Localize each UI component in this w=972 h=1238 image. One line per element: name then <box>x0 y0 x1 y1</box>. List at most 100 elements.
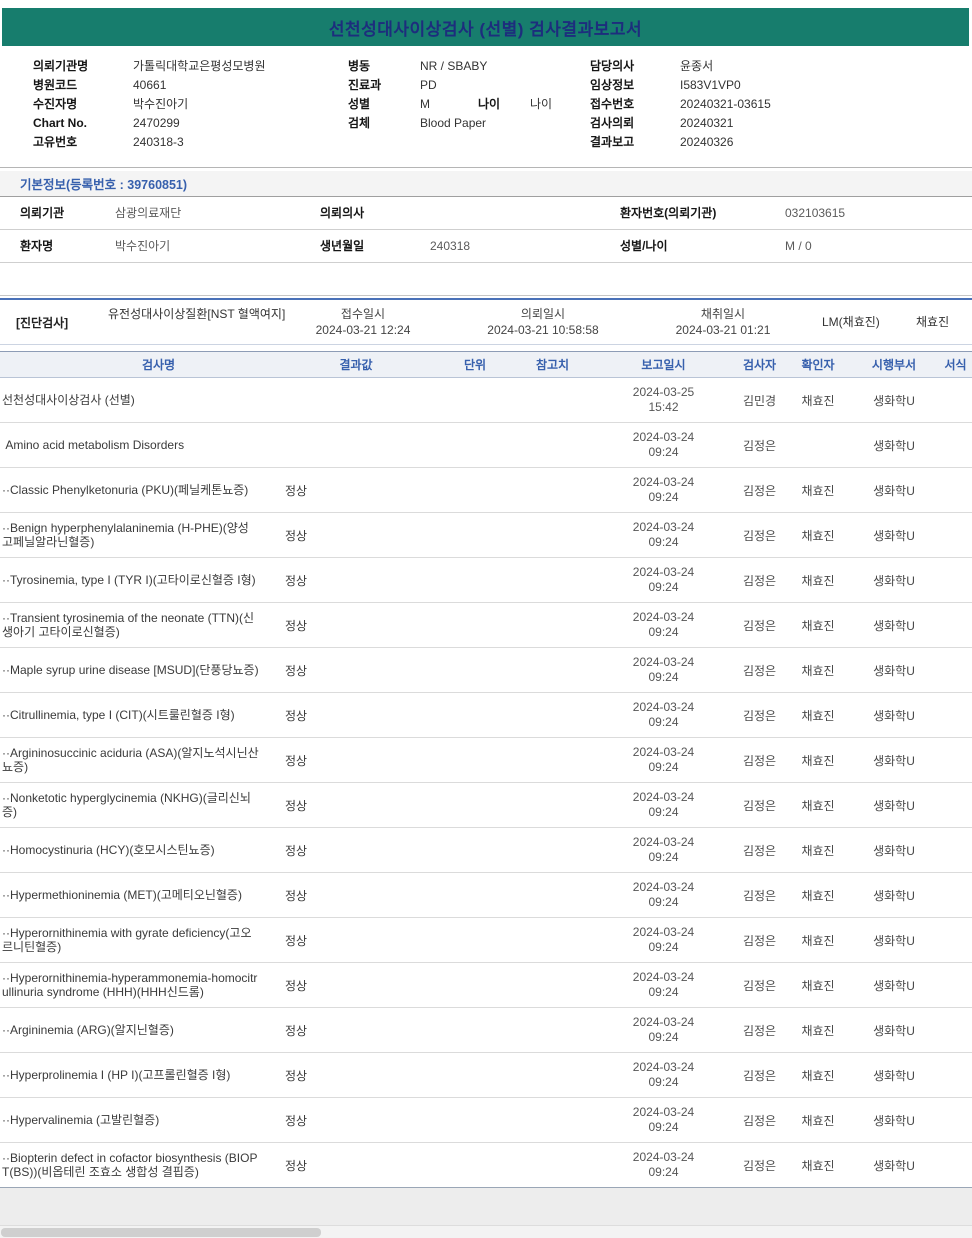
report-time: 09:24 <box>648 985 679 999</box>
result-value-cell: 정상 <box>272 917 440 963</box>
result-value-cell: 정상 <box>272 1052 440 1098</box>
unit-cell <box>440 377 510 423</box>
test-name-cell: ··Homocystinuria (HCY)(호모시스틴뇨증) <box>0 827 272 873</box>
report-time: 09:24 <box>648 715 679 729</box>
report-date: 2024-03-24 <box>632 520 695 534</box>
result-value-cell: 정상 <box>272 1097 440 1143</box>
test-name-cell: ··Argininosuccinic aciduria (ASA)(알지노석시닌… <box>0 737 272 783</box>
horizontal-scrollbar[interactable] <box>0 1225 972 1238</box>
reference-cell <box>510 737 595 783</box>
unit-cell <box>440 647 510 693</box>
report-datetime-cell: 2024-03-24 09:24 <box>595 557 732 603</box>
field-value: 윤종서 <box>680 59 714 73</box>
tester-cell: 김정은 <box>732 422 787 468</box>
report-time: 09:24 <box>648 805 679 819</box>
field-label: Chart No. <box>33 115 87 130</box>
reference-cell <box>510 467 595 513</box>
report-time: 09:24 <box>648 1120 679 1134</box>
tester-cell: 김정은 <box>732 1052 787 1098</box>
diagnostic-confirmer: 채효진 <box>916 315 950 329</box>
confirmer-cell: 채효진 <box>787 827 849 873</box>
department-cell: 생화학U <box>849 1142 939 1188</box>
confirmer-cell: 채효진 <box>787 917 849 963</box>
unit-cell <box>440 1097 510 1143</box>
report-time: 09:24 <box>648 625 679 639</box>
department-cell: 생화학U <box>849 512 939 558</box>
format-cell <box>939 962 972 1008</box>
column-header: 확인자 <box>787 351 849 378</box>
reference-cell <box>510 917 595 963</box>
result-value-cell <box>272 422 440 468</box>
report-date: 2024-03-24 <box>632 1150 695 1164</box>
footer-area <box>0 1188 972 1238</box>
results-header-row: 검사명 결과값 단위 참고치 보고일시 검사자 확인자 시행부서 서식 <box>0 351 972 378</box>
scrollbar-thumb[interactable] <box>1 1228 321 1237</box>
test-name-cell: Amino acid metabolism Disorders <box>0 422 272 468</box>
info-field: 결과보고 20240326 <box>590 132 771 151</box>
result-row: ··Hyperornithinemia-hyperammonemia-homoc… <box>0 962 972 1008</box>
info-field: 병동 NR / SBABY <box>348 56 552 75</box>
tester-cell: 김정은 <box>732 602 787 648</box>
info-field: 담당의사 윤종서 <box>590 56 771 75</box>
field-label: 고유번호 <box>33 135 78 149</box>
tester-cell: 김정은 <box>732 692 787 738</box>
tester-cell: 김민경 <box>732 377 787 423</box>
test-name-cell: ··Nonketotic hyperglycinemia (NKHG)(글리신뇌… <box>0 782 272 828</box>
unit-cell <box>440 1007 510 1053</box>
department-cell: 생화학U <box>849 377 939 423</box>
report-time: 09:24 <box>648 580 679 594</box>
field-label: 검사의뢰 <box>590 116 635 130</box>
result-row: ··Argininemia (ARG)(알지닌혈증) 정상 2024-03-24… <box>0 1007 972 1053</box>
info-field: 검체 Blood Paper <box>348 113 552 132</box>
test-name-cell: ··Hypervalinemia (고발린혈증) <box>0 1097 272 1143</box>
field-value: Blood Paper <box>420 115 487 130</box>
reference-cell <box>510 1142 595 1188</box>
result-row: ··Hyperornithinemia with gyrate deficien… <box>0 917 972 963</box>
report-date: 2024-03-24 <box>632 565 695 579</box>
field-label: 나이 <box>478 97 501 111</box>
results-tbody: 선천성대사이상검사 (선별) 2024-03-25 15:42 김민경 채효진 … <box>0 377 972 1188</box>
column-header: 시행부서 <box>849 351 939 378</box>
report-datetime-cell: 2024-03-24 09:24 <box>595 1007 732 1053</box>
diagnostic-section-label: [진단검사] <box>16 316 69 330</box>
unit-cell <box>440 1052 510 1098</box>
field-value: 20240326 <box>680 134 734 149</box>
field-value: 박수진아기 <box>115 239 171 253</box>
test-name-cell: ··Hypermethioninemia (MET)(고메티오닌혈증) <box>0 872 272 918</box>
test-name-cell: ··Transient tyrosinemia of the neonate (… <box>0 602 272 648</box>
report-datetime-cell: 2024-03-25 15:42 <box>595 377 732 423</box>
unit-cell <box>440 602 510 648</box>
report-datetime-cell: 2024-03-24 09:24 <box>595 692 732 738</box>
unit-cell <box>440 872 510 918</box>
field-value: 240318 <box>430 239 471 253</box>
column-header: 참고치 <box>510 351 595 378</box>
unit-cell <box>440 557 510 603</box>
info-field: 수진자명 박수진아기 <box>33 94 265 113</box>
unit-cell <box>440 962 510 1008</box>
test-name-cell: ··Hyperprolinemia I (HP I)(고프롤린혈증 I형) <box>0 1052 272 1098</box>
report-datetime-cell: 2024-03-24 09:24 <box>595 1142 732 1188</box>
field-value: 20240321-03615 <box>680 96 771 111</box>
department-cell: 생화학U <box>849 692 939 738</box>
report-time: 09:24 <box>648 1165 679 1179</box>
unit-cell <box>440 917 510 963</box>
field-label: 성별 <box>348 97 371 111</box>
field-label: 환자번호(의뢰기관) <box>620 206 717 220</box>
column-header: 검사명 <box>0 351 272 378</box>
field-value: 20240321 <box>680 115 734 130</box>
reference-cell <box>510 782 595 828</box>
report-date: 2024-03-24 <box>632 430 695 444</box>
test-name-cell: ··Tyrosinemia, type I (TYR I)(고타이로신혈증 I형… <box>0 557 272 603</box>
tester-cell: 김정은 <box>732 917 787 963</box>
report-time: 09:24 <box>648 670 679 684</box>
test-name-cell: ··Classic Phenylketonuria (PKU)(페닐케톤뇨증) <box>0 467 272 513</box>
info-field: 임상정보 I583V1VP0 <box>590 75 771 94</box>
tester-cell: 김정은 <box>732 782 787 828</box>
basic-info-table: 의뢰기관 삼광의료재단 의뢰의사 환자번호(의뢰기관) 032103615 환자명 박수진아… <box>0 197 972 263</box>
report-datetime-cell: 2024-03-24 09:24 <box>595 647 732 693</box>
report-datetime-cell: 2024-03-24 09:24 <box>595 962 732 1008</box>
tester-cell: 김정은 <box>732 1097 787 1143</box>
tester-cell: 김정은 <box>732 872 787 918</box>
department-cell: 생화학U <box>849 602 939 648</box>
test-name-cell: ··Maple syrup urine disease [MSUD](단풍당뇨증… <box>0 647 272 693</box>
